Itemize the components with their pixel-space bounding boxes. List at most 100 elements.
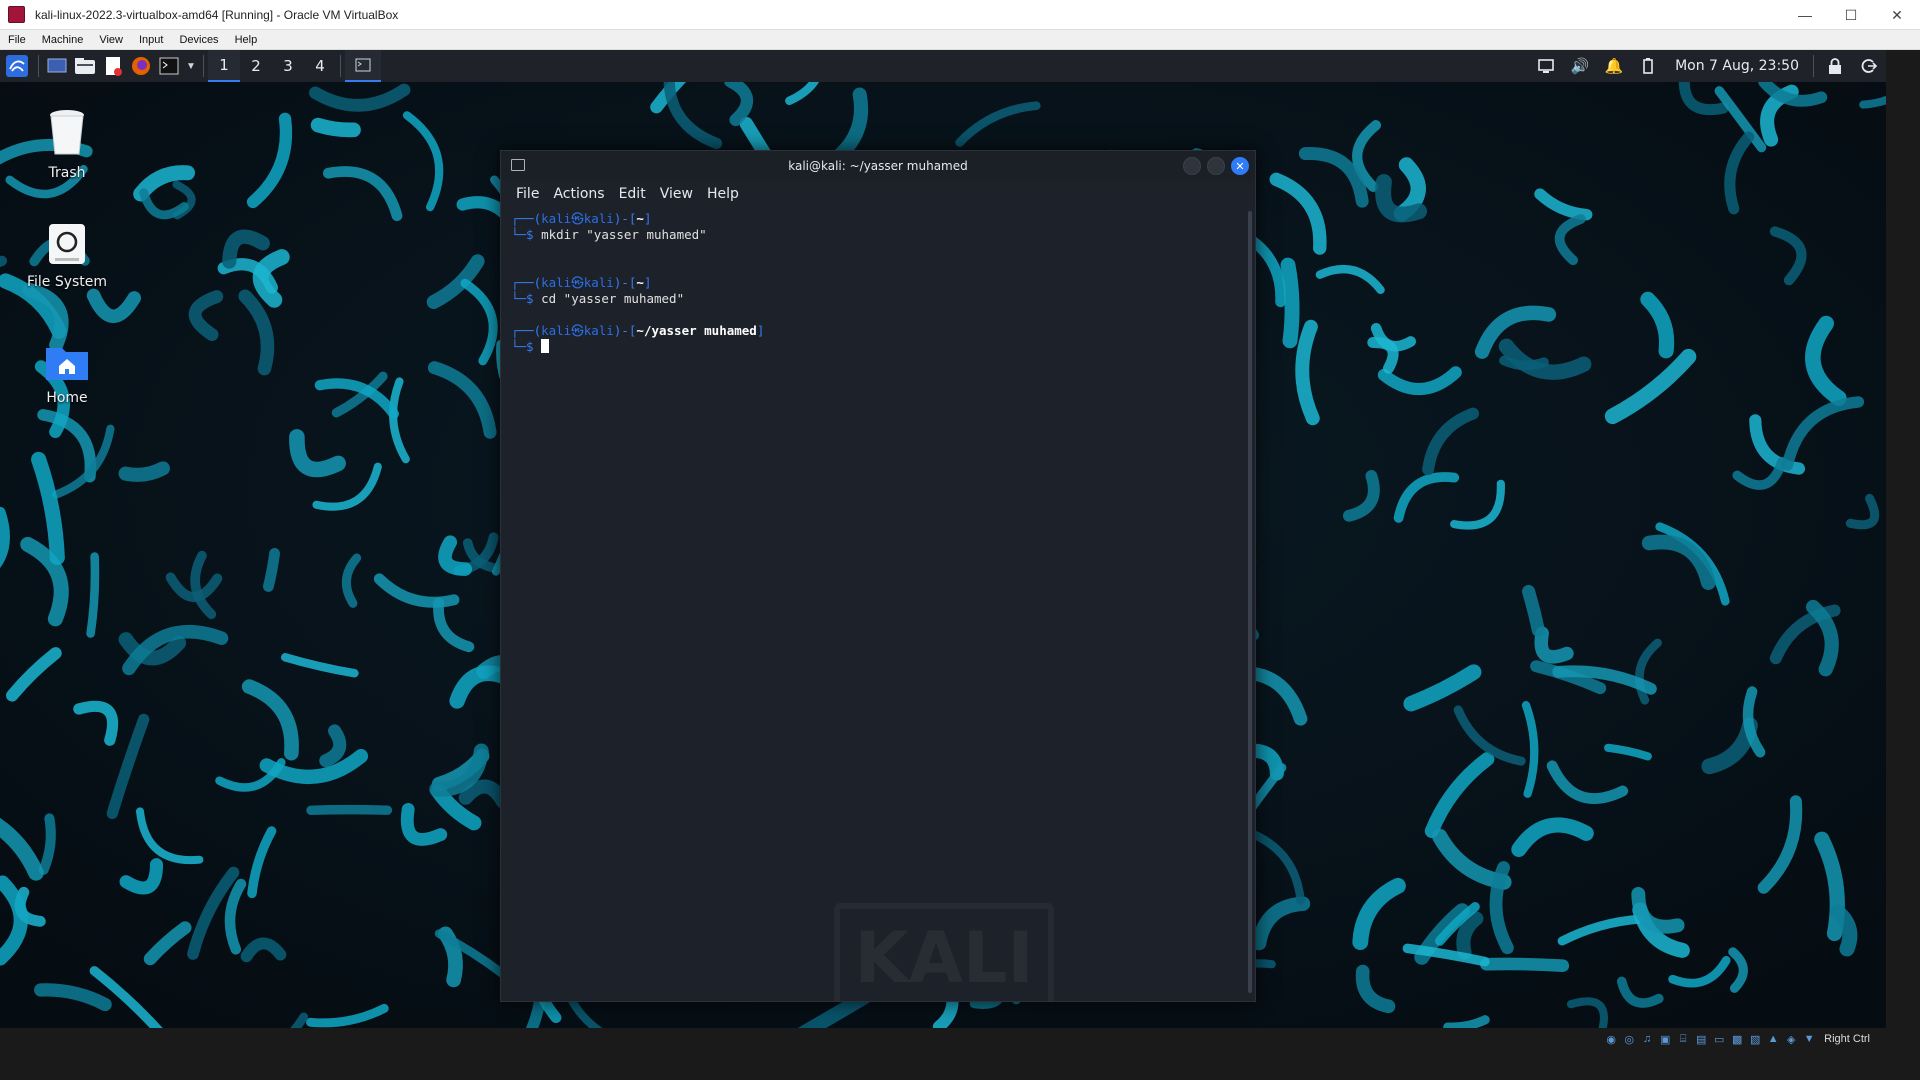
panel-tray: 🔊 🔔 Mon 7 Aug, 23:50	[1529, 50, 1886, 82]
vbox-menu-devices[interactable]: Devices	[171, 34, 226, 46]
prompt-line: ┌──(kali㉿kali)-[~]	[511, 275, 652, 290]
guest-additions-icon[interactable]: ◈	[1784, 1032, 1798, 1046]
prompt-user: kali	[541, 211, 572, 226]
panel-separator	[203, 55, 204, 77]
terminal-menu-help[interactable]: Help	[700, 186, 746, 202]
audio-icon[interactable]: ♫	[1640, 1032, 1654, 1046]
notification-bell-icon[interactable]: 🔔	[1597, 50, 1631, 82]
prompt-user: kali	[541, 323, 572, 338]
desktop-icon-file-system[interactable]: File System	[7, 222, 127, 290]
vbox-window-title: kali-linux-2022.3-virtualbox-amd64 [Runn…	[35, 7, 399, 22]
prompt-user: kali	[541, 275, 572, 290]
maximize-button[interactable]: ☐	[1828, 0, 1874, 30]
prompt-dir: ~	[636, 211, 644, 226]
wallpaper-swirl	[306, 804, 393, 815]
workspace-1[interactable]: 1	[208, 50, 240, 82]
vbox-menu-bar: File Machine View Input Devices Help	[0, 30, 1920, 50]
terminal-menu-file[interactable]: File	[509, 186, 546, 202]
text-editor-icon[interactable]	[99, 50, 127, 82]
prompt-host: kali	[583, 275, 614, 290]
terminal-menu-actions[interactable]: Actions	[546, 186, 611, 202]
cpu-icon[interactable]: ▧	[1748, 1032, 1762, 1046]
vbox-menu-help[interactable]: Help	[227, 34, 266, 46]
vbox-menu-input[interactable]: Input	[131, 34, 171, 46]
prompt-host: kali	[583, 211, 614, 226]
home-folder-icon	[46, 348, 88, 380]
vbox-status-icons: ◉ ◎ ♫ ▣ ⌸ ▤ ▭ ▩ ▧ ▲ ◈ ▼ Right Ctrl	[1604, 1028, 1870, 1050]
workspace-4[interactable]: 4	[304, 50, 336, 82]
minimize-button[interactable]: —	[1782, 0, 1828, 30]
prompt-dir: ~/yasser muhamed	[636, 323, 757, 338]
xfce-top-panel: ▼ 1 2 3 4 🔊 🔔 Mon 7 Aug, 23:50	[0, 50, 1886, 82]
virtualbox-app-icon	[8, 6, 25, 23]
file-manager-icon[interactable]	[71, 50, 99, 82]
wallpaper-swirl	[1499, 355, 1549, 371]
command-line: └─$ cd "yasser muhamed"	[511, 291, 685, 306]
terminal-title: kali@kali: ~/yasser muhamed	[788, 159, 968, 173]
terminal-close-button[interactable]: ✕	[1231, 157, 1249, 175]
window-controls: — ☐ ✕	[1782, 0, 1920, 30]
terminal-launcher-icon[interactable]	[155, 50, 183, 82]
shared-folders-icon[interactable]: ▤	[1694, 1032, 1708, 1046]
vbox-title-bar: kali-linux-2022.3-virtualbox-amd64 [Runn…	[0, 0, 1920, 30]
wallpaper-swirl	[263, 548, 280, 592]
vbox-menu-machine[interactable]: Machine	[34, 34, 92, 46]
mouse-integration-icon[interactable]: ▲	[1766, 1032, 1780, 1046]
recording-icon[interactable]: ▩	[1730, 1032, 1744, 1046]
display-icon[interactable]	[1529, 50, 1563, 82]
trash-icon	[50, 110, 84, 155]
hard-disk-icon[interactable]: ◉	[1604, 1032, 1618, 1046]
panel-separator	[340, 55, 341, 77]
display-status-icon[interactable]: ▭	[1712, 1032, 1726, 1046]
wallpaper-swirl	[118, 461, 170, 482]
desktop-icon-label: File System	[26, 274, 108, 290]
panel-clock[interactable]: Mon 7 Aug, 23:50	[1665, 58, 1809, 74]
terminal-window[interactable]: kali@kali: ~/yasser muhamed ✕ File Actio…	[500, 150, 1256, 1002]
wallpaper-swirl	[1480, 957, 1570, 972]
wallpaper-swirl	[86, 552, 100, 638]
desktop-icon-label: Trash	[48, 165, 86, 181]
prompt-dir: ~	[636, 275, 644, 290]
terminal-menu-view[interactable]: View	[653, 186, 700, 202]
network-icon[interactable]: ▣	[1658, 1032, 1672, 1046]
prompt-line: ┌──(kali㉿kali)-[~/yasser muhamed]	[511, 323, 765, 338]
terminal-icon	[511, 159, 525, 171]
terminal-minimize-button[interactable]	[1183, 157, 1201, 175]
vbox-frame-edge	[1886, 50, 1920, 1028]
command-line: └─$	[511, 339, 1231, 355]
terminal-output[interactable]: ┌──(kali㉿kali)-[~] └─$ mkdir "yasser muh…	[501, 207, 1241, 1001]
wallpaper-swirl	[310, 117, 361, 138]
panel-separator	[1813, 55, 1814, 77]
firefox-icon[interactable]	[127, 50, 155, 82]
logout-icon[interactable]	[1852, 50, 1886, 82]
optical-drive-icon[interactable]: ◎	[1622, 1032, 1636, 1046]
wallpaper-swirl	[1280, 257, 1300, 349]
volume-icon[interactable]: 🔊	[1563, 50, 1597, 82]
terminal-title-bar[interactable]: kali@kali: ~/yasser muhamed ✕	[501, 151, 1255, 181]
terminal-maximize-button[interactable]	[1207, 157, 1225, 175]
battery-icon[interactable]	[1631, 50, 1665, 82]
terminal-menu-bar: File Actions Edit View Help	[501, 181, 1255, 207]
workspace-3[interactable]: 3	[272, 50, 304, 82]
terminal-scrollbar[interactable]	[1248, 211, 1252, 993]
workspace-2[interactable]: 2	[240, 50, 272, 82]
show-desktop-icon[interactable]	[43, 50, 71, 82]
host-key-label: Right Ctrl	[1824, 1033, 1870, 1045]
vbox-menu-file[interactable]: File	[0, 34, 34, 46]
lock-icon[interactable]	[1818, 50, 1852, 82]
close-button[interactable]: ✕	[1874, 0, 1920, 30]
keyboard-capture-icon[interactable]: ▼	[1802, 1032, 1816, 1046]
usb-icon[interactable]: ⌸	[1676, 1032, 1690, 1046]
guest-display[interactable]: ▼ 1 2 3 4 🔊 🔔 Mon 7 Aug, 23:50 Trash Fil…	[0, 50, 1886, 1028]
command-text: cd "yasser muhamed"	[541, 291, 685, 306]
chevron-down-icon[interactable]: ▼	[183, 50, 199, 82]
text-cursor	[541, 339, 550, 353]
terminal-menu-edit[interactable]: Edit	[612, 186, 653, 202]
vbox-menu-view[interactable]: View	[91, 34, 131, 46]
prompt-host: kali	[583, 323, 614, 338]
desktop-icon-trash[interactable]: Trash	[7, 107, 127, 181]
kali-menu-icon[interactable]	[0, 50, 34, 82]
desktop-icon-home[interactable]: Home	[7, 342, 127, 406]
desktop-icon-label: Home	[46, 390, 88, 406]
taskbar-terminal-window[interactable]	[345, 50, 381, 82]
